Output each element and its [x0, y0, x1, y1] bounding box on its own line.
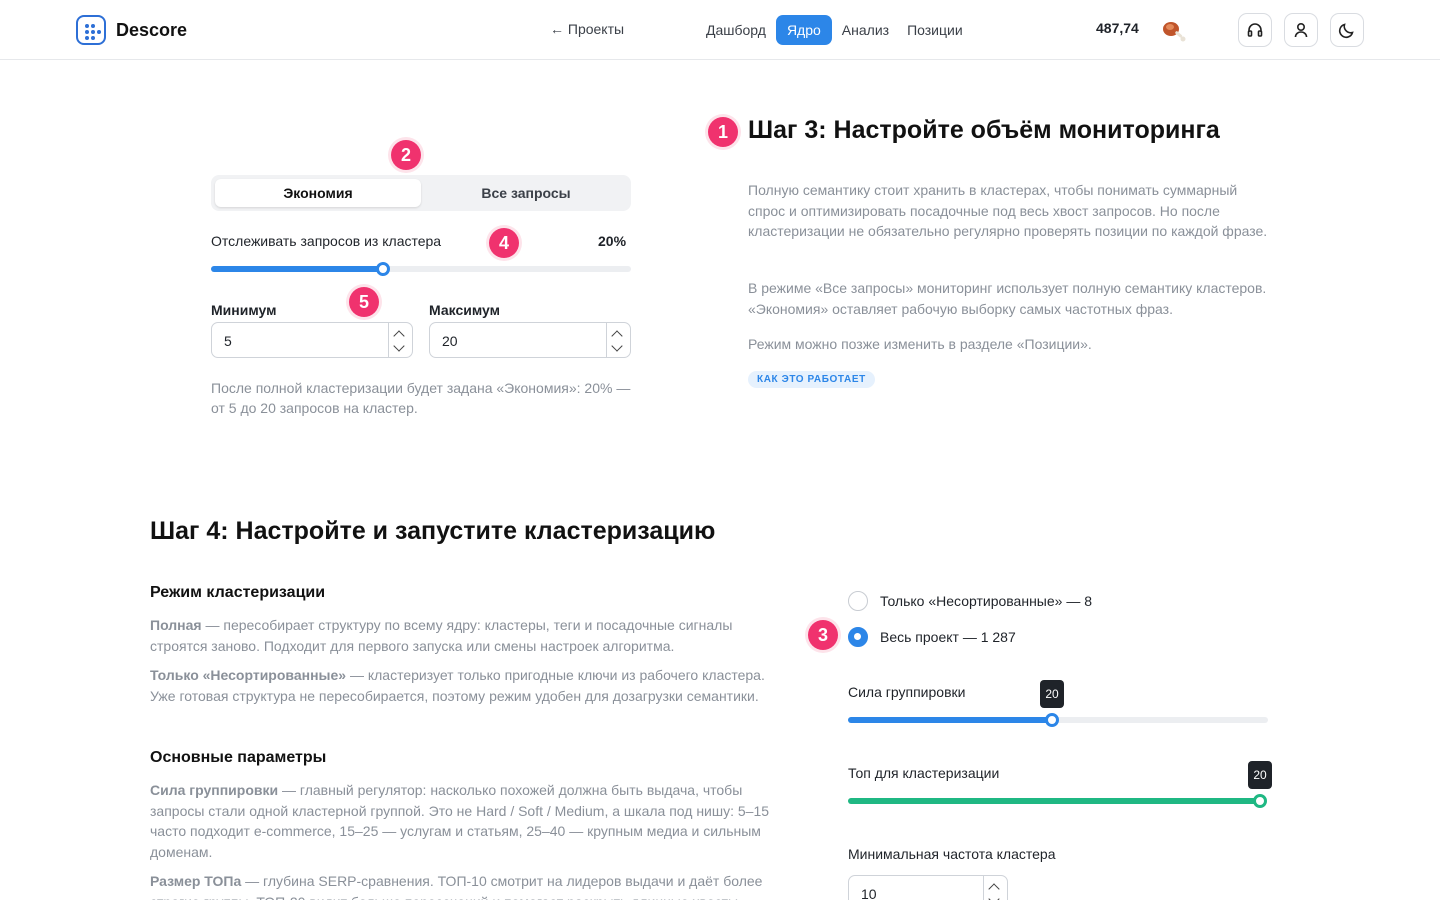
chevron-down-icon[interactable]: [393, 340, 405, 352]
track-label: Отслеживать запросов из кластера: [211, 233, 442, 249]
top-size-description: Размер ТОПа — глубина SERP-сравнения. ТО…: [150, 871, 790, 900]
track-slider-handle[interactable]: [376, 262, 390, 276]
step3-title: Шаг 3: Настройте объём мониторинга: [748, 116, 1220, 144]
max-number-input[interactable]: 20: [429, 322, 631, 358]
logo-grid-icon: [76, 15, 106, 45]
step3-paragraph-3: Режим можно позже изменить в разделе «По…: [748, 336, 1092, 352]
headset-icon: [1247, 23, 1263, 37]
strength-slider-handle[interactable]: [1045, 713, 1059, 727]
top-slider-handle[interactable]: [1253, 794, 1267, 808]
moon-icon: [1338, 23, 1354, 39]
mode-economy-option[interactable]: Экономия: [215, 179, 421, 207]
chevron-down-icon[interactable]: [988, 893, 1000, 900]
min-stepper[interactable]: [388, 323, 412, 357]
radio-whole-project[interactable]: [848, 627, 868, 647]
radio-whole-project-label[interactable]: Весь проект — 1 287: [880, 629, 1016, 645]
meat-coin-icon: [1163, 22, 1186, 42]
unsorted-mode-description: Только «Несортированные» — кластеризует …: [150, 665, 790, 706]
track-percent-value: 20%: [598, 233, 627, 249]
step4-title: Шаг 4: Настройте и запустите кластеризац…: [150, 517, 716, 545]
mode-heading: Режим кластеризации: [150, 584, 326, 601]
brand-logo[interactable]: Descore: [76, 15, 187, 45]
radio-unsorted-label[interactable]: Только «Несортированные» — 8: [880, 593, 1092, 609]
hint-badge-5: 5: [349, 287, 379, 317]
max-value: 20: [442, 333, 458, 349]
profile-button[interactable]: [1284, 13, 1318, 47]
nav-positions[interactable]: Позиции: [899, 15, 971, 45]
chevron-down-icon[interactable]: [611, 340, 623, 352]
mode-all-queries-option[interactable]: Все запросы: [423, 179, 629, 207]
theme-toggle-button[interactable]: [1330, 13, 1364, 47]
strength-term: Сила группировки: [150, 782, 279, 798]
brand-name: Descore: [116, 19, 188, 40]
strength-label: Сила группировки: [848, 684, 966, 700]
min-frequency-stepper[interactable]: [983, 876, 1007, 900]
hint-badge-1: 1: [708, 117, 738, 147]
max-label: Максимум: [429, 302, 500, 318]
back-to-projects-link[interactable]: ← Проекты: [550, 21, 624, 37]
strength-value-tooltip: 20: [1040, 680, 1064, 708]
nav-core[interactable]: Ядро: [775, 15, 832, 45]
radio-unsorted-only[interactable]: [848, 591, 868, 611]
strength-slider-fill: [848, 717, 1052, 723]
hint-badge-4: 4: [489, 228, 519, 258]
strength-description: Сила группировки — главный регулятор: на…: [150, 780, 790, 862]
how-it-works-link[interactable]: КАК ЭТО РАБОТАЕТ: [748, 371, 875, 388]
top-label: Топ для кластеризации: [848, 765, 1000, 781]
min-label: Минимум: [211, 302, 277, 318]
user-icon: [1294, 22, 1308, 38]
step3-paragraph-2: В режиме «Все запросы» мониторинг исполь…: [748, 280, 1267, 317]
top-size-text: — глубина SERP-сравнения. ТОП-10 смотрит…: [150, 873, 763, 900]
hint-badge-2: 2: [391, 140, 421, 170]
main-nav: Дашборд Ядро Анализ Позиции: [698, 15, 971, 45]
min-value: 5: [224, 333, 232, 349]
step3-paragraph-1: Полную семантику стоит хранить в кластер…: [748, 182, 1268, 239]
unsorted-mode-term: Только «Несортированные»: [150, 667, 347, 683]
top-header: Descore ← Проекты Дашборд Ядро Анализ По…: [0, 0, 1440, 60]
nav-analysis[interactable]: Анализ: [834, 15, 897, 45]
top-value-tooltip: 20: [1248, 761, 1272, 789]
hint-badge-3: 3: [808, 620, 838, 650]
balance-value: 487,74: [1096, 20, 1139, 36]
full-mode-term: Полная: [150, 617, 202, 633]
min-frequency-label: Минимальная частота кластера: [848, 846, 1056, 862]
min-frequency-input[interactable]: 10: [848, 875, 1008, 900]
monitoring-mode-toggle: Экономия Все запросы: [211, 175, 631, 211]
params-heading: Основные параметры: [150, 749, 327, 766]
top-size-term: Размер ТОПа: [150, 873, 242, 889]
nav-dashboard[interactable]: Дашборд: [698, 15, 774, 45]
top-slider-fill: [848, 798, 1260, 804]
top-slider[interactable]: [848, 794, 1267, 808]
track-slider[interactable]: [211, 262, 631, 276]
max-stepper[interactable]: [606, 323, 630, 357]
full-mode-description: Полная — пересобирает структуру по всему…: [150, 615, 790, 656]
economy-note: После полной кластеризации будет задана …: [211, 380, 631, 416]
min-frequency-value: 10: [861, 886, 877, 900]
min-number-input[interactable]: 5: [211, 322, 413, 358]
full-mode-text: — пересобирает структуру по всему ядру: …: [150, 617, 733, 654]
track-slider-fill: [211, 266, 383, 272]
strength-slider[interactable]: [848, 713, 1268, 727]
support-button[interactable]: [1238, 13, 1272, 47]
